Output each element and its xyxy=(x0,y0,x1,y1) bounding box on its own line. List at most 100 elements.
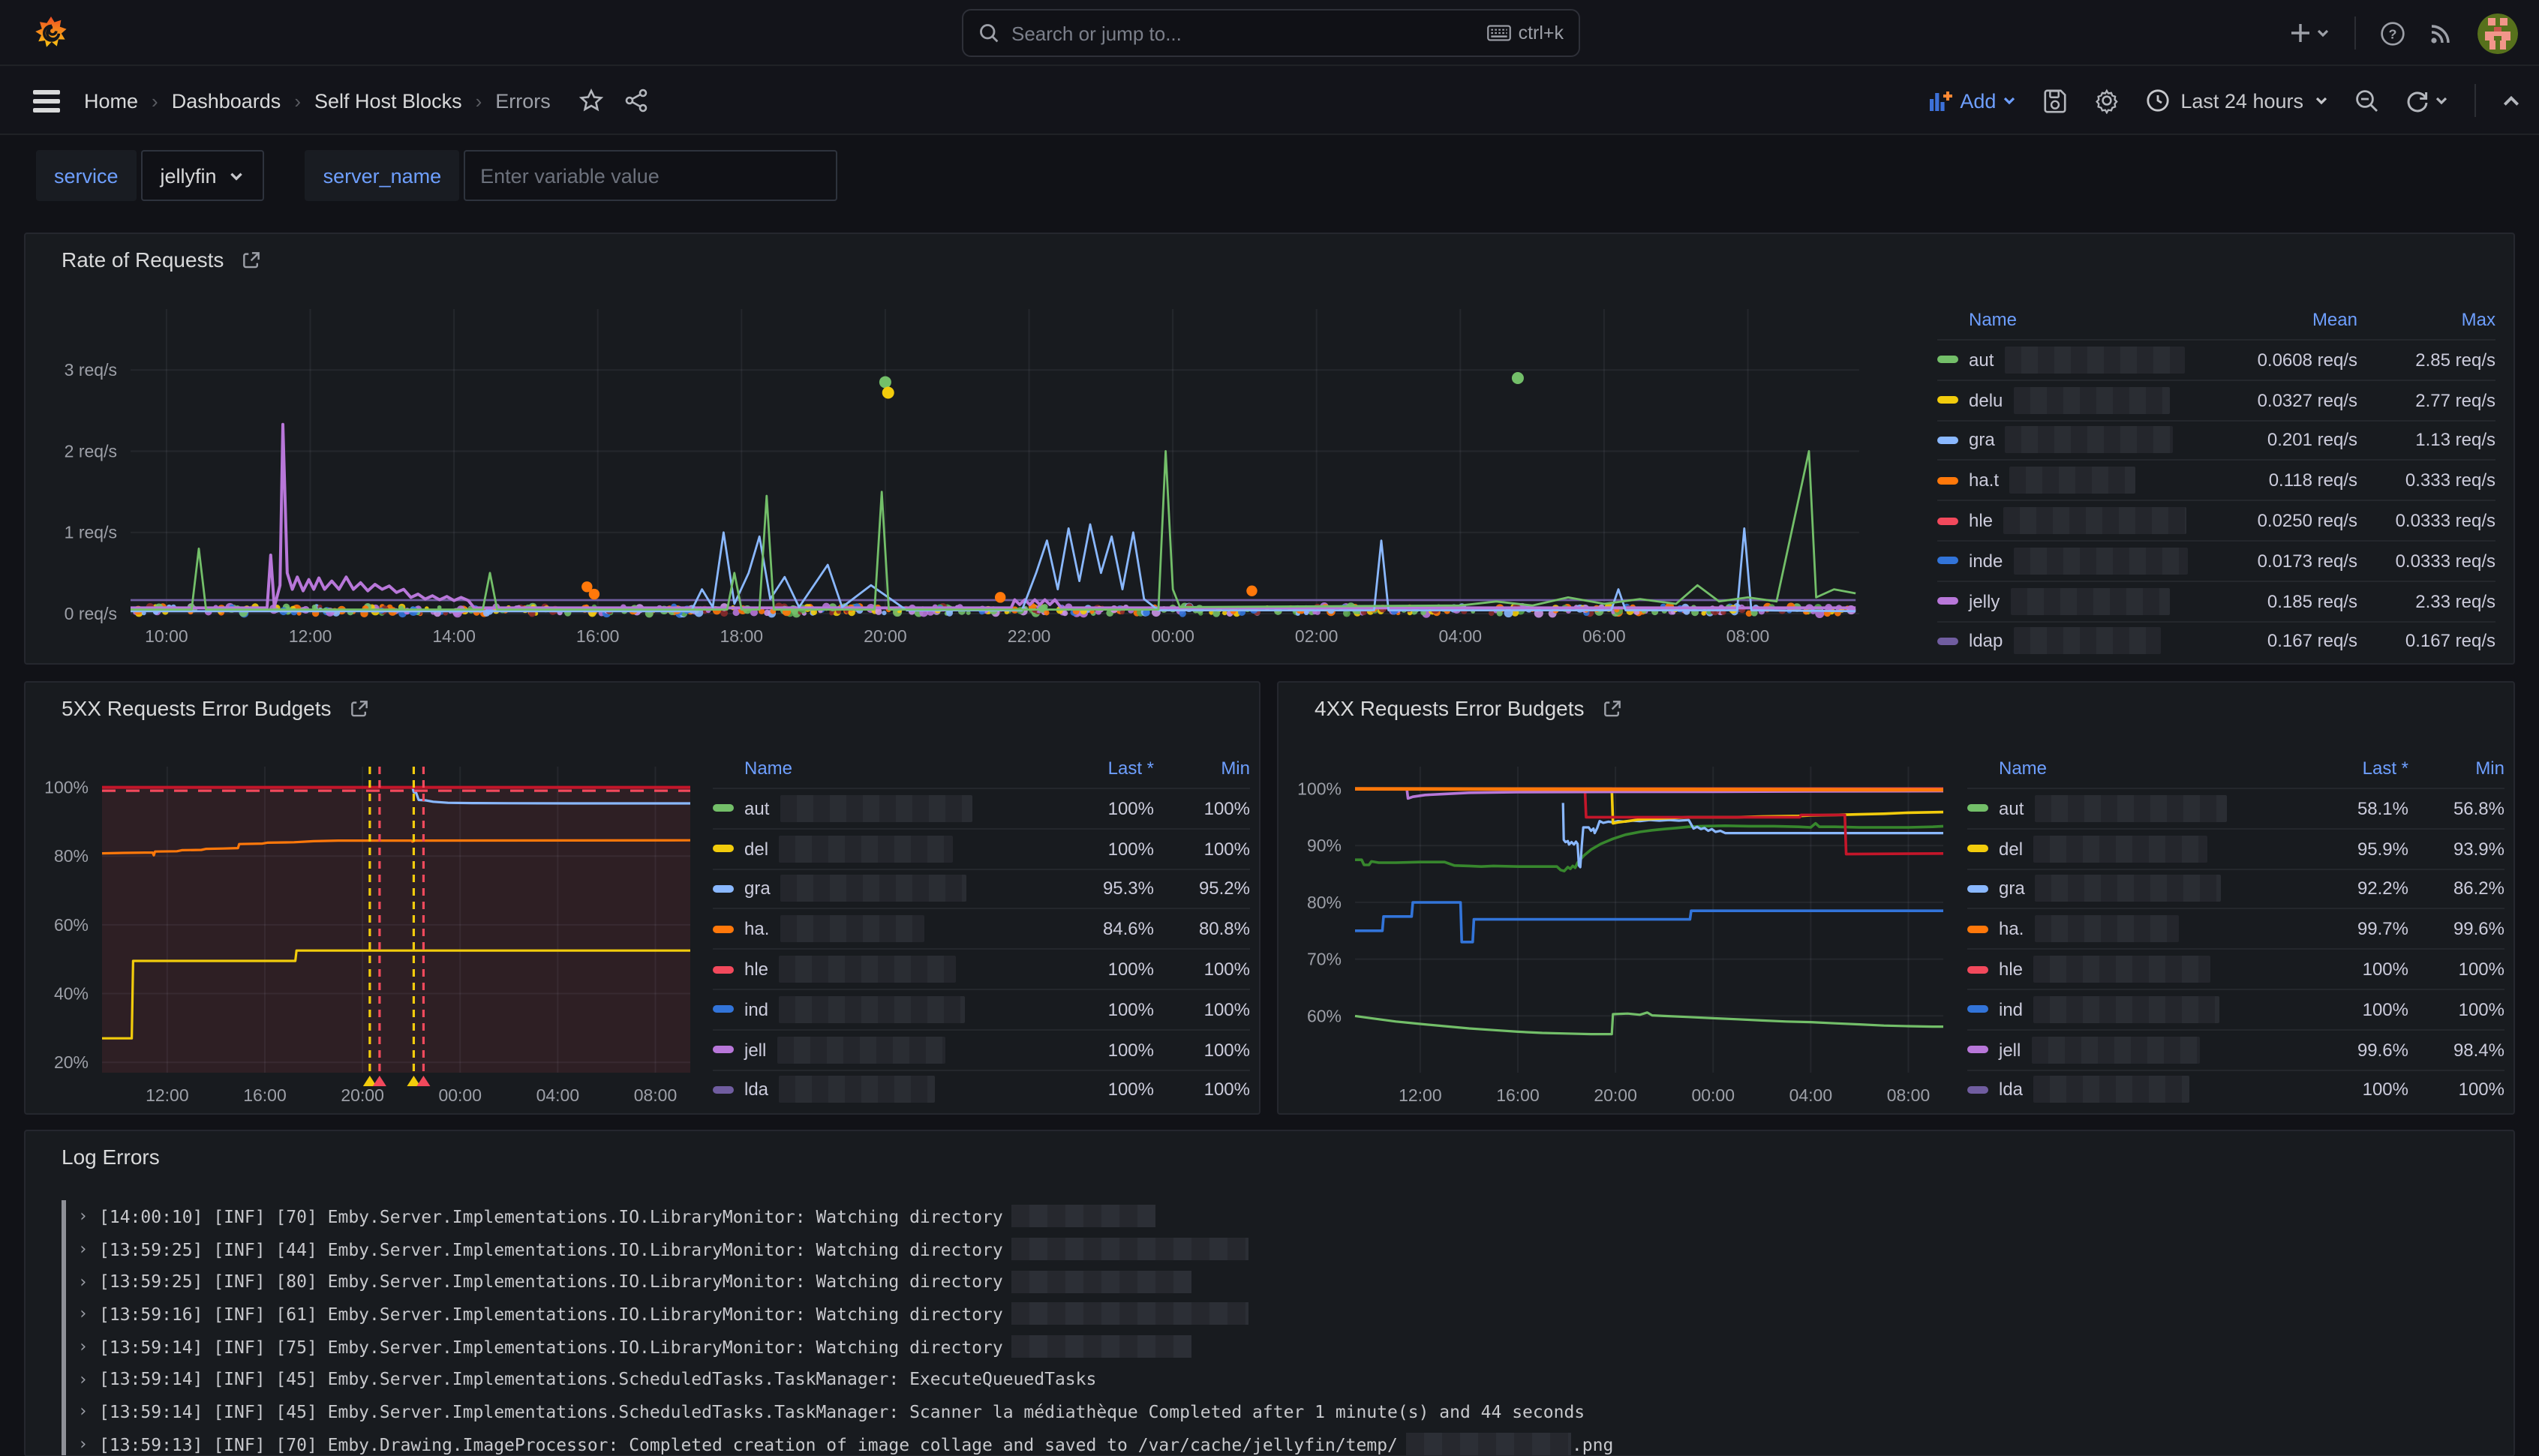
expand-chevron-icon[interactable]: › xyxy=(78,1428,99,1456)
legend-series-name[interactable]: hle xyxy=(1967,956,2297,983)
legend-series-name[interactable]: jell xyxy=(1967,1036,2297,1063)
external-link-icon[interactable] xyxy=(1603,698,1622,718)
legend-series-name[interactable]: ha.t xyxy=(1937,467,2201,494)
svg-text:16:00: 16:00 xyxy=(1496,1085,1540,1105)
breadcrumb-dashboards[interactable]: Dashboards xyxy=(172,89,281,112)
redacted-text xyxy=(2033,956,2210,983)
legend-series-name[interactable]: del xyxy=(1967,835,2297,862)
favorite-star-button[interactable] xyxy=(579,89,603,113)
share-button[interactable] xyxy=(624,89,648,113)
panel-title[interactable]: 4XX Requests Error Budgets xyxy=(1315,696,1622,720)
save-dashboard-button[interactable] xyxy=(2042,88,2068,113)
legend-col-2[interactable]: Max xyxy=(2357,309,2495,330)
panel-title[interactable]: Log Errors xyxy=(62,1145,160,1169)
legend-series-name[interactable]: gra xyxy=(1967,875,2297,902)
menu-toggle-button[interactable] xyxy=(33,90,60,117)
legend-value: 86.2% xyxy=(2408,878,2504,899)
log-row[interactable]: ›[13:59:16] [INF] [61] Emby.Server.Imple… xyxy=(62,1298,2498,1330)
legend-col-1[interactable]: Last * xyxy=(1043,758,1154,779)
legend-series-name[interactable]: hle xyxy=(1937,507,2201,534)
chevron-down-icon xyxy=(2002,93,2017,108)
refresh-button[interactable] xyxy=(2405,89,2449,113)
series-color-pill xyxy=(1967,926,1988,933)
legend-series-name[interactable]: jell xyxy=(713,1036,1043,1063)
log-row[interactable]: ›[13:59:14] [INF] [45] Emby.Server.Imple… xyxy=(62,1363,2498,1395)
legend-series-name[interactable]: ha. xyxy=(713,916,1043,943)
search-bar[interactable]: ctrl+k xyxy=(962,9,1580,57)
series-color-pill xyxy=(1937,638,1958,645)
add-new-button[interactable] xyxy=(2290,23,2330,44)
legend-value: 100% xyxy=(1043,798,1154,819)
legend-col-name[interactable]: Name xyxy=(1937,309,2201,330)
panel-title[interactable]: Rate of Requests xyxy=(62,248,261,272)
collapse-bar-button[interactable] xyxy=(2501,91,2521,110)
time-range-picker[interactable]: Last 24 hours xyxy=(2146,89,2329,113)
legend-col-2[interactable]: Min xyxy=(1154,758,1250,779)
legend-col-1[interactable]: Mean xyxy=(2201,309,2357,330)
external-link-icon[interactable] xyxy=(242,250,261,269)
legend-row: del95.9%93.9% xyxy=(1967,828,2504,869)
log-row[interactable]: ›[13:59:14] [INF] [45] Emby.Server.Imple… xyxy=(62,1395,2498,1427)
legend-series-name[interactable]: aut xyxy=(1967,795,2297,822)
dashboard-settings-button[interactable] xyxy=(2093,87,2120,114)
user-avatar[interactable] xyxy=(2477,13,2518,53)
expand-chevron-icon[interactable]: › xyxy=(78,1200,99,1232)
legend-col-name[interactable]: Name xyxy=(713,758,1043,779)
legend-series-name[interactable]: ind xyxy=(713,996,1043,1023)
legend-col-1[interactable]: Last * xyxy=(2297,758,2408,779)
breadcrumb-home[interactable]: Home xyxy=(84,89,138,112)
log-level-bar xyxy=(62,1298,66,1330)
variable-input-server-name[interactable] xyxy=(464,150,837,201)
log-level-bar xyxy=(62,1331,66,1363)
log-row[interactable]: ›[13:59:13] [INF] [70] Emby.Drawing.Imag… xyxy=(62,1428,2498,1456)
expand-chevron-icon[interactable]: › xyxy=(78,1232,99,1265)
err5xx-legend: NameLast *Minaut100%100%del100%100%gra95… xyxy=(713,749,1250,1109)
legend-series-name[interactable]: lda xyxy=(713,1076,1043,1103)
legend-series-name[interactable]: aut xyxy=(1937,347,2201,374)
legend-series-name[interactable]: inde xyxy=(1937,548,2201,575)
legend-col-name[interactable]: Name xyxy=(1967,758,2297,779)
legend-value: 99.7% xyxy=(2297,919,2408,940)
panel-title[interactable]: 5XX Requests Error Budgets xyxy=(62,696,369,720)
legend-series-name[interactable]: delu xyxy=(1937,386,2201,413)
legend-series-name[interactable]: ha. xyxy=(1967,916,2297,943)
expand-chevron-icon[interactable]: › xyxy=(78,1395,99,1427)
svg-text:20%: 20% xyxy=(54,1052,89,1072)
breadcrumb-separator: › xyxy=(294,89,301,112)
legend-series-name[interactable]: lda xyxy=(1967,1076,2297,1103)
expand-chevron-icon[interactable]: › xyxy=(78,1331,99,1363)
log-row[interactable]: ›[14:00:10] [INF] [70] Emby.Server.Imple… xyxy=(62,1200,2498,1232)
add-panel-button[interactable]: Add xyxy=(1928,89,2017,112)
time-range-label: Last 24 hours xyxy=(2180,89,2303,112)
breadcrumb-current: Errors xyxy=(495,89,551,112)
legend-series-name[interactable]: del xyxy=(713,835,1043,862)
legend-series-name[interactable]: ldap xyxy=(1937,628,2201,655)
legend-series-name[interactable]: hle xyxy=(713,956,1043,983)
legend-series-name[interactable]: gra xyxy=(1937,427,2201,454)
breadcrumb-separator: › xyxy=(152,89,158,112)
breadcrumb-folder[interactable]: Self Host Blocks xyxy=(314,89,462,112)
legend-series-name[interactable]: gra xyxy=(713,875,1043,902)
zoom-out-button[interactable] xyxy=(2354,88,2380,113)
expand-chevron-icon[interactable]: › xyxy=(78,1363,99,1395)
variable-select-service[interactable]: jellyfin xyxy=(141,150,265,201)
log-row[interactable]: ›[13:59:25] [INF] [80] Emby.Server.Imple… xyxy=(62,1265,2498,1298)
search-input[interactable] xyxy=(1011,22,1487,44)
svg-text:80%: 80% xyxy=(54,846,89,866)
svg-text:18:00: 18:00 xyxy=(720,626,764,646)
log-row[interactable]: ›[13:59:25] [INF] [44] Emby.Server.Imple… xyxy=(62,1232,2498,1265)
legend-series-name[interactable]: jelly xyxy=(1937,587,2201,614)
expand-chevron-icon[interactable]: › xyxy=(78,1265,99,1298)
series-color-pill xyxy=(713,805,734,812)
legend-series-name[interactable]: aut xyxy=(713,795,1043,822)
external-link-icon[interactable] xyxy=(350,698,369,718)
legend-col-2[interactable]: Min xyxy=(2408,758,2504,779)
expand-chevron-icon[interactable]: › xyxy=(78,1298,99,1330)
help-button[interactable]: ? xyxy=(2380,20,2405,46)
grafana-logo-icon[interactable] xyxy=(33,15,69,51)
news-rss-button[interactable] xyxy=(2429,21,2453,45)
svg-text:04:00: 04:00 xyxy=(536,1085,580,1105)
legend-series-name[interactable]: ind xyxy=(1967,996,2297,1023)
log-row[interactable]: ›[13:59:14] [INF] [75] Emby.Server.Imple… xyxy=(62,1331,2498,1363)
log-rows: ›[14:00:10] [INF] [70] Emby.Server.Imple… xyxy=(62,1200,2498,1456)
